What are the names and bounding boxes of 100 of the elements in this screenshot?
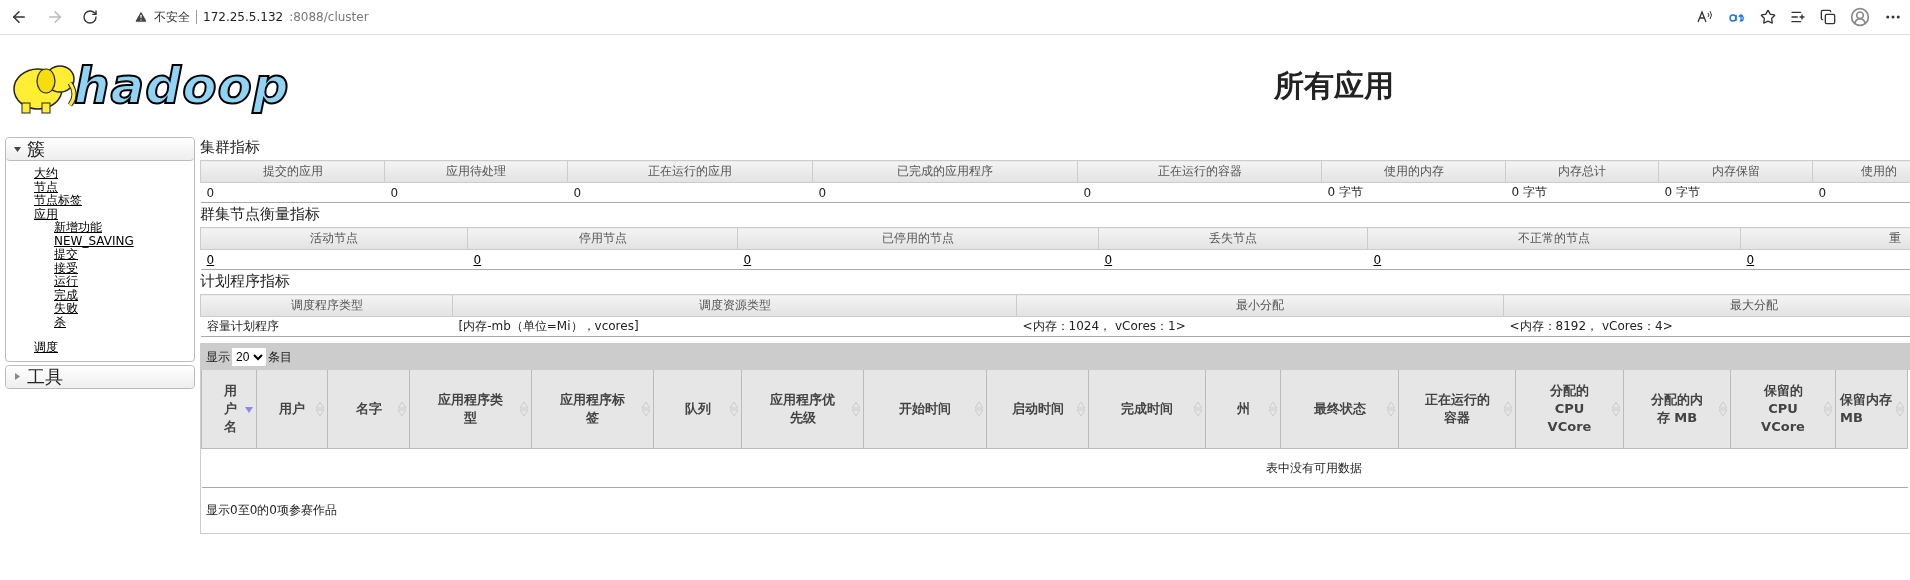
logo-text: hadoop xyxy=(74,57,290,115)
metric-value: 0 xyxy=(567,182,813,203)
column-header[interactable]: 用户名 xyxy=(201,370,257,449)
table-info: 显示0至0的0项参赛作品 xyxy=(205,502,338,519)
column-header[interactable]: 正在运行的容器 xyxy=(1398,370,1516,449)
sort-icon xyxy=(1504,402,1512,416)
nav-link[interactable]: 节点标签 xyxy=(34,194,82,208)
column-header[interactable]: 应用程序类型 xyxy=(409,370,532,449)
profile-avatar[interactable] xyxy=(1850,7,1870,27)
sort-icon xyxy=(1269,402,1277,416)
caret-right-icon xyxy=(14,373,21,380)
metric-value: 0 字节 xyxy=(1505,182,1659,203)
url-host[interactable]: 172.25.5.132 xyxy=(203,10,284,24)
column-header: 使用的内存 xyxy=(1321,160,1506,183)
metric-value: 0 xyxy=(812,182,1078,203)
show-label: 显示 xyxy=(206,348,230,366)
column-header: 应用待处理 xyxy=(384,160,568,183)
column-header: 停用节点 xyxy=(467,227,738,250)
column-header: 最大分配 xyxy=(1503,294,1910,317)
nav-link[interactable]: 调度 xyxy=(34,341,58,355)
sort-icon xyxy=(730,402,738,416)
column-header[interactable]: 名字 xyxy=(327,370,410,449)
column-header: 调度程序类型 xyxy=(200,294,453,317)
column-header: 丢失节点 xyxy=(1098,227,1368,250)
sort-icon xyxy=(1077,402,1085,416)
nav-link[interactable]: 节点 xyxy=(34,180,58,194)
entries-label: 条目 xyxy=(268,348,292,366)
favorites-icon[interactable] xyxy=(1790,9,1806,25)
nav-link[interactable]: 接受 xyxy=(54,261,78,275)
warning-icon[interactable] xyxy=(134,10,148,24)
metric-value: 0 字节 xyxy=(1658,182,1813,203)
count-link[interactable]: 0 xyxy=(1104,252,1113,267)
column-header[interactable]: 队列 xyxy=(653,370,742,449)
column-header[interactable]: 保留的 CPU VCore xyxy=(1730,370,1836,449)
column-header[interactable]: 保留内存 MB xyxy=(1835,370,1908,449)
nav-link[interactable]: 应用 xyxy=(34,207,58,221)
column-header: 活动节点 xyxy=(200,227,468,250)
nav-link[interactable]: 杀 xyxy=(54,315,66,329)
nav-link[interactable]: 新增功能 xyxy=(54,221,102,235)
column-header: 使用的 xyxy=(1812,160,1910,183)
section-title: 计划程序指标 xyxy=(200,272,291,291)
reload-button[interactable] xyxy=(80,7,100,27)
collections-icon[interactable] xyxy=(1820,9,1836,25)
nav-link[interactable]: 完成 xyxy=(54,288,78,302)
column-header: 重 xyxy=(1740,227,1910,250)
metric-value: 0 字节 xyxy=(1321,182,1506,203)
column-header: 最小分配 xyxy=(1016,294,1504,317)
column-header[interactable]: 分配的内存 MB xyxy=(1623,370,1731,449)
sort-icon xyxy=(1194,402,1202,416)
url-path[interactable]: :8088/cluster xyxy=(289,10,369,24)
column-header[interactable]: 完成时间 xyxy=(1088,370,1206,449)
empty-message: 表中没有可用数据 xyxy=(1266,460,1362,475)
count-link[interactable]: 0 xyxy=(1746,252,1755,267)
metric-value: [内存-mb（单位=Mi），vcores] xyxy=(452,316,1017,337)
forward-arrow-icon xyxy=(46,8,64,26)
metric-value: <内存：1024， vCores：1> xyxy=(1016,316,1504,337)
nav-link[interactable]: 失败 xyxy=(54,302,78,316)
nav-link[interactable]: 提交 xyxy=(54,248,78,262)
nav-link[interactable]: NEW_SAVING xyxy=(54,234,134,248)
metric-value: <内存：8192， vCores：4> xyxy=(1503,316,1910,337)
security-label[interactable]: 不安全 xyxy=(154,8,190,26)
column-header[interactable]: 州 xyxy=(1205,370,1281,449)
sort-icon xyxy=(1896,402,1904,416)
metric-value: 0 xyxy=(384,182,568,203)
sort-icon xyxy=(1719,402,1727,416)
metric-value: 0 xyxy=(1077,182,1322,203)
column-header: 已完成的应用程序 xyxy=(812,160,1078,183)
column-header[interactable]: 开始时间 xyxy=(863,370,987,449)
sort-icon xyxy=(398,402,406,416)
column-header[interactable]: 用户 xyxy=(256,370,328,449)
column-header[interactable]: 应用程序优先级 xyxy=(741,370,864,449)
column-header: 提交的应用 xyxy=(200,160,385,183)
count-link[interactable]: 0 xyxy=(206,252,215,267)
sidebar-header[interactable]: 簇 xyxy=(6,138,194,161)
favorite-add-icon[interactable] xyxy=(1760,9,1776,25)
column-header: 内存保留 xyxy=(1658,160,1813,183)
column-header: 内存总计 xyxy=(1505,160,1659,183)
column-header: 调度资源类型 xyxy=(452,294,1017,317)
column-header[interactable]: 应用程序标签 xyxy=(531,370,654,449)
column-header[interactable]: 最终状态 xyxy=(1280,370,1399,449)
sort-icon xyxy=(1387,402,1395,416)
nav-link[interactable]: 大约 xyxy=(34,167,58,181)
sort-icon xyxy=(1612,402,1620,416)
metric-value: 0 xyxy=(200,182,385,203)
count-link[interactable]: 0 xyxy=(473,252,482,267)
sidebar-header[interactable]: 工具 xyxy=(6,365,194,388)
column-header[interactable]: 启动时间 xyxy=(986,370,1089,449)
sort-icon xyxy=(316,402,324,416)
sort-icon xyxy=(520,402,528,416)
read-aloud-icon[interactable] xyxy=(1696,9,1714,25)
sort-icon xyxy=(852,402,860,416)
column-header: 正在运行的应用 xyxy=(567,160,813,183)
column-header[interactable]: 分配的 CPU VCore xyxy=(1515,370,1624,449)
column-header: 已停用的节点 xyxy=(737,227,1099,250)
nav-link[interactable]: 运行 xyxy=(54,275,78,289)
count-link[interactable]: 0 xyxy=(1373,252,1382,267)
sort-icon xyxy=(642,402,650,416)
count-link[interactable]: 0 xyxy=(743,252,752,267)
section-title: 集群指标 xyxy=(200,138,261,157)
page-size-select[interactable]: 20 xyxy=(232,348,266,366)
